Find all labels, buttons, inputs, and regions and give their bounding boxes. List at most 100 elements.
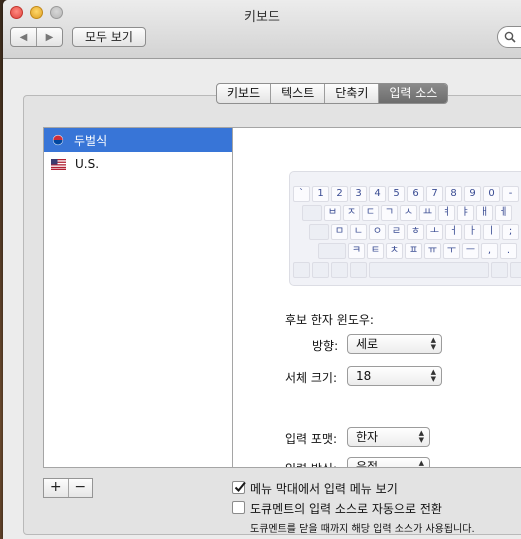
auto-switch-label[interactable]: 도큐멘트의 입력 소스로 자동으로 전환 <box>250 500 442 517</box>
keyboard-preferences-window: 키보드 ◀ ▶ 모두 보기 키보드 텍스트 단축키 입력 소스 두벌식 U.S.… <box>3 0 521 539</box>
input-source-list[interactable]: 두벌식 U.S. <box>43 127 233 468</box>
keyboard-layout-preview: ` 1 2 3 4 5 6 7 8 9 0- ㅂㅈㄷㄱㅅㅛㅕㅑㅐㅔ ㅁㄴㅇㄹㅎㅗㅓㅏㅣ; ㅋㅌㅊㅍㅠ… <box>289 171 521 286</box>
show-input-menu-checkbox[interactable] <box>232 481 246 494</box>
key-space <box>369 262 489 278</box>
us-flag-icon <box>51 158 66 170</box>
key-tab <box>302 205 322 221</box>
key-modifier <box>510 262 521 278</box>
keyboard-key: 8 <box>445 186 462 202</box>
keyboard-key: ㄱ <box>381 205 398 221</box>
keyboard-key: ㅡ <box>462 243 479 259</box>
updown-arrows-icon: ▲▼ <box>430 336 436 351</box>
search-icon <box>504 31 516 43</box>
input-format-label: 입력 포맷: <box>285 432 338 446</box>
checkmark-icon <box>234 481 246 492</box>
keyboard-key: ㄷ <box>362 205 379 221</box>
font-size-label: 서체 크기: <box>285 371 338 385</box>
keyboard-row-numbers: ` 1 2 3 4 5 6 7 8 9 0- <box>293 186 519 202</box>
keyboard-row-bottom: ㅋㅌㅊㅍㅠㅜㅡ,. <box>318 243 517 259</box>
direction-popup[interactable]: 세로 ▲ ▼ <box>347 334 442 354</box>
chevron-left-icon: ◀ <box>19 31 28 43</box>
input-method-value: 음절 <box>356 460 379 468</box>
hanja-window-label: 후보 한자 윈도우: <box>285 313 374 327</box>
keyboard-key: ; <box>502 224 519 240</box>
keyboard-key: 9 <box>464 186 481 202</box>
keyboard-key: , <box>481 243 498 259</box>
key-modifier <box>331 262 348 278</box>
key-shift <box>318 243 346 259</box>
keyboard-key: ㅑ <box>457 205 474 221</box>
keyboard-key: ㅅ <box>400 205 417 221</box>
back-forward-group: ◀ ▶ <box>10 27 63 47</box>
tab-input-sources[interactable]: 입력 소스 <box>378 84 448 103</box>
add-remove-buttons: + − <box>43 478 93 498</box>
show-input-menu-label[interactable]: 메뉴 막대에서 입력 메뉴 보기 <box>250 480 398 497</box>
keyboard-key: 2 <box>331 186 348 202</box>
input-format-popup[interactable]: 한자 ▲ ▼ <box>347 427 430 447</box>
keyboard-key: 6 <box>407 186 424 202</box>
keyboard-key: ㅛ <box>419 205 436 221</box>
keyboard-key: ㅏ <box>464 224 481 240</box>
key-modifier <box>491 262 508 278</box>
list-item-us[interactable]: U.S. <box>44 152 232 176</box>
source-name: U.S. <box>75 157 100 171</box>
keyboard-key: ` <box>293 186 310 202</box>
title-bar: 키보드 ◀ ▶ 모두 보기 <box>3 0 521 59</box>
keyboard-key: ㅍ <box>405 243 422 259</box>
font-size-value: 18 <box>356 369 372 383</box>
key-caps <box>309 224 329 240</box>
show-all-button[interactable]: 모두 보기 <box>72 27 146 47</box>
input-method-label: 입력 방식: <box>285 460 337 467</box>
keyboard-key: ㅔ <box>495 205 512 221</box>
keyboard-key: . <box>500 243 517 259</box>
keyboard-key: 7 <box>426 186 443 202</box>
direction-value: 세로 <box>356 337 379 351</box>
key-modifier <box>312 262 329 278</box>
keyboard-key: ㅎ <box>407 224 424 240</box>
back-button[interactable]: ◀ <box>11 28 36 46</box>
list-item-dubeolsik[interactable]: 두벌식 <box>44 128 232 152</box>
input-method-popup[interactable]: 음절 ▲▼ <box>347 457 430 468</box>
tab-shortcuts[interactable]: 단축키 <box>324 84 378 103</box>
keyboard-key: ㄹ <box>388 224 405 240</box>
chevron-right-icon: ▶ <box>45 31 54 43</box>
font-size-popup[interactable]: 18 ▲ ▼ <box>347 366 442 386</box>
key-modifier <box>293 262 310 278</box>
remove-source-button[interactable]: − <box>67 479 93 497</box>
keyboard-key: ㅗ <box>426 224 443 240</box>
keyboard-key: ㅓ <box>445 224 462 240</box>
source-name: 두벌식 <box>74 133 108 148</box>
input-format-value: 한자 <box>356 430 379 444</box>
keyboard-key: ㅜ <box>443 243 460 259</box>
updown-arrows-icon: ▲▼ <box>418 459 424 468</box>
tab-keyboard[interactable]: 키보드 <box>217 84 270 103</box>
keyboard-key: 4 <box>369 186 386 202</box>
keyboard-key: ㅇ <box>369 224 386 240</box>
updown-arrows-icon: ▲▼ <box>430 368 436 383</box>
keyboard-key: 1 <box>312 186 329 202</box>
add-source-button[interactable]: + <box>44 479 68 497</box>
keyboard-key: ㄴ <box>350 224 367 240</box>
keyboard-key: ㅕ <box>438 205 455 221</box>
auto-switch-note: 도큐멘트를 닫을 때까지 해당 입력 소스가 사용됩니다. <box>250 524 475 535</box>
updown-arrows-icon: ▲▼ <box>418 429 424 444</box>
key-modifier <box>350 262 367 278</box>
keyboard-key: ㅌ <box>367 243 384 259</box>
tab-bar: 키보드 텍스트 단축키 입력 소스 <box>216 83 449 104</box>
input-source-detail: ` 1 2 3 4 5 6 7 8 9 0- ㅂㅈㄷㄱㅅㅛㅕㅑㅐㅔ ㅁㄴㅇㄹㅎㅗㅓㅏㅣ; ㅋㅌㅊㅍㅠ… <box>233 127 521 468</box>
keyboard-key: ㅠ <box>424 243 441 259</box>
keyboard-key: ㅣ <box>483 224 500 240</box>
keyboard-key: ㅐ <box>476 205 493 221</box>
window-title: 키보드 <box>244 10 280 25</box>
keyboard-key: ㅋ <box>348 243 365 259</box>
search-field[interactable] <box>497 26 521 48</box>
auto-switch-checkbox[interactable] <box>232 501 245 514</box>
keyboard-row-space <box>293 262 521 278</box>
keyboard-key: 5 <box>388 186 405 202</box>
keyboard-key: 0 <box>483 186 500 202</box>
tab-text[interactable]: 텍스트 <box>270 84 324 103</box>
forward-button[interactable]: ▶ <box>36 28 62 46</box>
keyboard-key: - <box>502 186 519 202</box>
keyboard-key: ㅊ <box>386 243 403 259</box>
keyboard-key: ㅈ <box>343 205 360 221</box>
